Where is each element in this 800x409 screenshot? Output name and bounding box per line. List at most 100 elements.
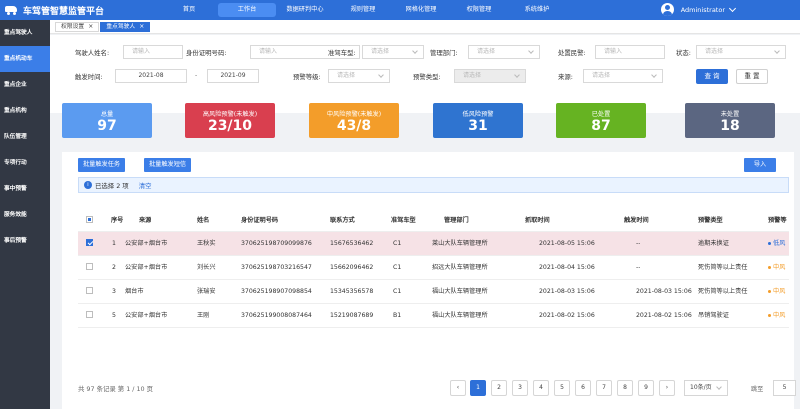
close-icon[interactable]: ×: [139, 22, 144, 32]
reset-button[interactable]: 重 置: [736, 69, 768, 84]
cell-dept: 福山大队车辆管理所: [432, 288, 488, 295]
import-button[interactable]: 导入: [744, 158, 776, 172]
batch-trigger-sms-button[interactable]: 批量触发短信: [144, 158, 192, 172]
table-row[interactable]: 2 公安部+烟台市 刘长兴 370625198703216547 1566209…: [78, 256, 789, 280]
driver-name-input[interactable]: 请输入: [123, 45, 183, 59]
row-checkbox[interactable]: [86, 239, 93, 246]
warning-table: 序号 来源 姓名 身份证明号码 联系方式 准驾车型 管理部门 抓取时间 触发时间…: [78, 209, 789, 328]
cell-warning-level: 低风: [768, 232, 789, 255]
status-label: 状态:: [676, 49, 691, 57]
cell-trigger-time: 2021-08-02 15:06: [636, 312, 692, 319]
stat-card-high-risk[interactable]: 高风险预警(未触发) 23/10: [185, 103, 275, 138]
stat-card-total[interactable]: 总量 97: [62, 103, 152, 138]
selected-count: 已选择 2 项: [95, 181, 129, 190]
page-button-7[interactable]: 7: [596, 380, 612, 396]
table-row[interactable]: 1 公安部+烟台市 王秋实 370625198709099876 1567653…: [78, 232, 789, 256]
stat-value: 23/10: [207, 118, 253, 134]
stat-card-handled[interactable]: 已处置 87: [556, 103, 646, 138]
nav-system-maintenance[interactable]: 系统维护: [508, 0, 566, 20]
column-header-id-number: 身份证明号码: [241, 217, 279, 224]
nav-rule-management[interactable]: 规则管理: [334, 0, 392, 20]
cell-warning-type: 死伤简等以上责任: [698, 288, 748, 295]
sidebar-item-key-drivers[interactable]: 重点驾驶人: [0, 20, 50, 46]
page-button-6[interactable]: 6: [575, 380, 591, 396]
cell-phone: 15219087689: [330, 312, 374, 319]
user-menu[interactable]: Administrator: [660, 3, 737, 16]
page-button-5[interactable]: 5: [554, 380, 570, 396]
page-button-1[interactable]: 1: [470, 380, 486, 396]
cell-phone: 15662096462: [330, 264, 374, 271]
main-nav: 首页 工作台 数据研判中心 规则管理 网格化管理 权限管理 系统维护: [160, 0, 566, 20]
table-row[interactable]: 3 烟台市 张瑞安 370625198907098854 15345356578…: [78, 280, 789, 304]
sidebar-item-key-enterprises[interactable]: 重点企业: [0, 72, 50, 98]
query-button[interactable]: 查 询: [696, 69, 728, 84]
cell-phone: 15345356578: [330, 288, 374, 295]
source-select[interactable]: 请选择: [583, 69, 663, 83]
stat-value: 43/8: [336, 118, 372, 134]
tab-key-drivers[interactable]: 重点驾驶人 ×: [100, 21, 151, 32]
batch-trigger-task-button[interactable]: 批量触发任务: [78, 158, 126, 172]
select-all-checkbox[interactable]: [86, 216, 93, 223]
page-button-9[interactable]: 9: [638, 380, 654, 396]
nav-permission-management[interactable]: 权限管理: [450, 0, 508, 20]
clear-selection-link[interactable]: 清空: [139, 181, 152, 190]
cell-fetch-time: 2021-08-02 15:06: [539, 312, 595, 319]
trigger-time-end[interactable]: 2021-09: [207, 69, 259, 83]
column-header-phone: 联系方式: [330, 217, 355, 224]
sidebar-item-service-efficiency[interactable]: 服务效能: [0, 202, 50, 228]
cell-seq: 5: [112, 312, 116, 319]
cell-phone: 15676536462: [330, 240, 374, 247]
vehicle-type-placeholder: 请选择: [371, 48, 390, 55]
cell-name: 张瑞安: [197, 288, 216, 295]
stat-label: 低风险预警: [462, 111, 494, 118]
warning-type-select[interactable]: 请选择: [454, 69, 526, 83]
stat-value: 97: [97, 118, 117, 134]
status-select[interactable]: 请选择: [696, 45, 786, 59]
cell-vehicle-type: C1: [393, 264, 402, 271]
page-size-select[interactable]: 10条/页: [684, 380, 728, 396]
table-row[interactable]: 5 公安部+烟台市 王刚 370625199008087464 15219087…: [78, 304, 789, 328]
nav-grid-management[interactable]: 网格化管理: [392, 0, 450, 20]
page-button-8[interactable]: 8: [617, 380, 633, 396]
sidebar-item-team-management[interactable]: 队伍管理: [0, 124, 50, 150]
date-separator: -: [195, 72, 198, 79]
stat-card-unhandled[interactable]: 未处置 18: [685, 103, 775, 138]
trigger-time-start[interactable]: 2021-08: [115, 69, 187, 83]
prev-page-button[interactable]: ‹: [450, 380, 466, 396]
page-button-4[interactable]: 4: [533, 380, 549, 396]
chevron-down-icon: [728, 4, 737, 12]
row-checkbox[interactable]: [86, 263, 93, 270]
tab-label: 重点驾驶人: [106, 23, 136, 30]
cell-seq: 3: [112, 288, 116, 295]
row-checkbox[interactable]: [86, 287, 93, 294]
sidebar-item-in-process-warning[interactable]: 事中预警: [0, 176, 50, 202]
nav-home[interactable]: 首页: [160, 0, 218, 20]
sidebar-item-special-actions[interactable]: 专项行动: [0, 150, 50, 176]
next-page-button[interactable]: ›: [659, 380, 675, 396]
cell-trigger-time: --: [636, 240, 641, 247]
vehicle-type-select[interactable]: 请选择: [362, 45, 424, 59]
cell-dept: 莱山大队车辆管理所: [432, 240, 488, 247]
sidebar-item-key-institutions[interactable]: 重点机构: [0, 98, 50, 124]
cell-vehicle-type: B1: [393, 312, 402, 319]
sidebar-item-post-warning[interactable]: 事后预警: [0, 228, 50, 254]
page-button-2[interactable]: 2: [491, 380, 507, 396]
goto-page-input[interactable]: 5: [773, 380, 796, 396]
officer-input[interactable]: 请输入: [595, 45, 665, 59]
close-icon[interactable]: ×: [88, 22, 93, 32]
stat-card-medium-risk[interactable]: 中风险预警(未触发) 43/8: [309, 103, 399, 138]
cell-fetch-time: 2021-08-03 15:06: [539, 288, 595, 295]
cell-vehicle-type: C1: [393, 240, 402, 247]
nav-data-analysis-center[interactable]: 数据研判中心: [276, 0, 334, 20]
nav-workbench[interactable]: 工作台: [218, 3, 276, 17]
column-header-fetch-time: 抓取时间: [525, 217, 550, 224]
tab-permission-settings[interactable]: 权限设置 ×: [55, 21, 100, 32]
dept-select[interactable]: 请选择: [468, 45, 540, 59]
row-checkbox[interactable]: [86, 311, 93, 318]
cell-warning-type: 逾期未换证: [698, 240, 729, 247]
pagination: 共 97 条记录 第 1 / 10 页 ‹ 1 2 3 4 5 6 7 8 9 …: [78, 379, 796, 397]
stat-card-low-risk[interactable]: 低风险预警 31: [433, 103, 523, 138]
page-button-3[interactable]: 3: [512, 380, 528, 396]
sidebar-item-key-vehicles[interactable]: 重点机动车: [0, 46, 50, 72]
warning-level-select[interactable]: 请选择: [328, 69, 390, 83]
